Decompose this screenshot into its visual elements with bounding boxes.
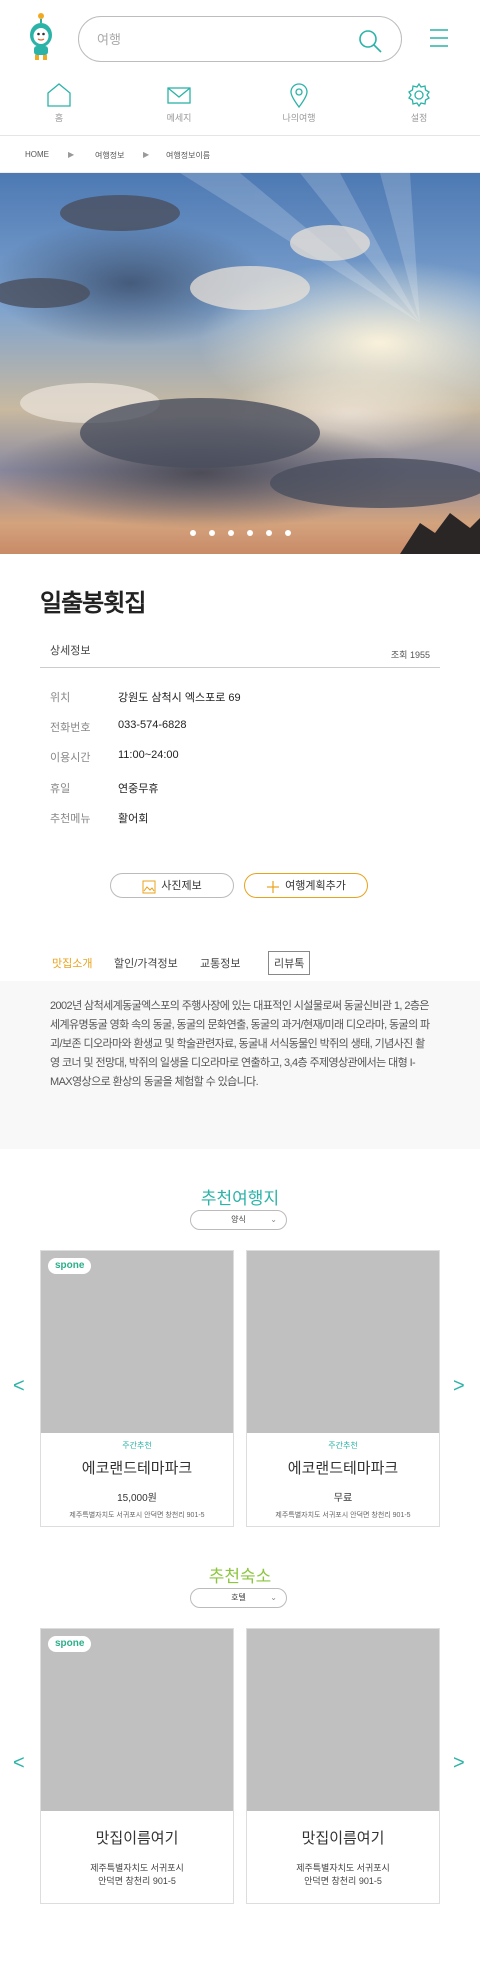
info-value: 11:00~24:00 (118, 749, 179, 761)
add-travel-plan-button[interactable]: 여행계획추가 (244, 873, 368, 898)
description-text: 2002년 삼척세계동굴엑스포의 주행사장에 있는 대표적인 시설물로써 동굴신… (50, 1000, 430, 1088)
stay-filter-select[interactable]: 호텔 ⌄ (190, 1588, 287, 1608)
card-price: 무료 (333, 1493, 353, 1504)
card-tag: 주간추천 (122, 1441, 152, 1450)
spone-badge: spone (48, 1636, 92, 1652)
nav-message[interactable]: 메세지 (139, 82, 219, 124)
photo-report-button[interactable]: 사진제보 (110, 873, 234, 898)
info-value[interactable]: 033-574-6828 (118, 719, 378, 731)
card-image[interactable] (41, 1629, 233, 1811)
slider-dot[interactable] (228, 530, 234, 536)
add-travel-plan-label: 여행계획추가 (285, 880, 346, 892)
slider-dot[interactable] (285, 530, 291, 536)
view-count: 조회 1955 (390, 650, 430, 660)
card-name[interactable]: 맛집이름여기 (247, 1827, 439, 1848)
info-value: 활어회 (118, 813, 149, 825)
nav-settings-label: 설정 (410, 113, 428, 123)
nav-my-travel[interactable]: 나의여행 (259, 82, 339, 124)
photo-icon (142, 880, 156, 893)
card-address-line1: 제주특별자치도 서귀포시 (296, 1863, 390, 1873)
travel-next-arrow-icon[interactable]: > (453, 1375, 465, 1398)
card-address-line1: 제주특별자치도 서귀포시 (90, 1863, 184, 1873)
card-name[interactable]: 맛집이름여기 (41, 1827, 233, 1848)
travel-filter-select[interactable]: 양식 ⌄ (190, 1210, 287, 1230)
travel-filter-value: 양식 (231, 1215, 246, 1224)
info-value: 강원도 삼척시 엑스포로 69 (118, 692, 241, 704)
card-tag: 주간추천 (328, 1441, 358, 1450)
tab-review-talk[interactable]: 리뷰톡 (268, 951, 311, 975)
recommend-travel-title: 추천여행지 (200, 1189, 280, 1208)
slider-dot[interactable] (247, 530, 253, 536)
hamburger-menu-icon[interactable] (424, 26, 454, 50)
tab-transport[interactable]: 교통정보 (200, 955, 240, 971)
search-input[interactable] (97, 28, 337, 50)
recommend-stay-title: 추천숙소 (208, 1567, 272, 1586)
card-image[interactable] (247, 1629, 439, 1811)
search-bar[interactable] (78, 16, 402, 62)
breadcrumb-travel-info[interactable]: 여행정보 (95, 150, 124, 161)
detail-header: 상세정보 조회 1955 (40, 640, 440, 668)
travel-card[interactable]: 주간추천 에코랜드테마파크 무료 제주특별자치도 서귀포시 안덕면 창천리 90… (246, 1250, 440, 1527)
nav-home[interactable]: 홈 (19, 82, 99, 124)
card-image[interactable] (247, 1251, 439, 1433)
travel-prev-arrow-icon[interactable]: < (13, 1375, 25, 1398)
search-icon[interactable] (357, 28, 383, 54)
breadcrumb-separator-icon: ▶ (143, 150, 150, 159)
card-address-line2: 안덕면 창천리 901-5 (304, 1876, 382, 1886)
card-price: 15,000원 (117, 1493, 157, 1504)
slider-dots (190, 530, 300, 542)
spone-badge: spone (48, 1258, 92, 1274)
nav-home-label: 홈 (54, 113, 64, 123)
gear-icon (408, 82, 430, 108)
chevron-down-icon: ⌄ (270, 1593, 277, 1602)
tab-discount-price[interactable]: 할인/가격정보 (114, 955, 178, 971)
slider-dot[interactable] (190, 530, 196, 536)
nav-message-label: 메세지 (166, 113, 192, 123)
mascot-logo[interactable] (22, 12, 60, 62)
slider-dot[interactable] (209, 530, 215, 536)
card-name[interactable]: 에코랜드테마파크 (247, 1457, 439, 1478)
hero-sky-photo[interactable] (0, 173, 480, 554)
stay-filter-value: 호텔 (231, 1593, 246, 1602)
card-address: 제주특별자치도 서귀포시 안덕면 창천리 901-5 (69, 1512, 205, 1519)
breadcrumb-separator-icon: ▶ (68, 150, 75, 159)
travel-card[interactable]: spone 주간추천 에코랜드테마파크 15,000원 제주특별자치도 서귀포시… (40, 1250, 234, 1527)
tab-restaurant-intro[interactable]: 맛집소개 (52, 955, 92, 971)
description-panel: 2002년 삼척세계동굴엑스포의 주행사장에 있는 대표적인 시설물로써 동굴신… (0, 981, 480, 1149)
stay-card[interactable]: spone 맛집이름여기 제주특별자치도 서귀포시 안덕면 창천리 901-5 (40, 1628, 234, 1904)
home-icon (47, 83, 71, 107)
slider-dot[interactable] (266, 530, 272, 536)
location-pin-icon (290, 83, 308, 108)
plus-icon (267, 880, 280, 893)
mail-icon (167, 87, 191, 104)
breadcrumb: HOME ▶ 여행정보 ▶ 여행정보이름 (0, 137, 480, 173)
breadcrumb-current[interactable]: 여행정보이름 (166, 150, 210, 161)
stay-card[interactable]: 맛집이름여기 제주특별자치도 서귀포시 안덕면 창천리 901-5 (246, 1628, 440, 1904)
breadcrumb-home[interactable]: HOME (25, 150, 49, 159)
card-address: 제주특별자치도 서귀포시 안덕면 창천리 901-5 (275, 1512, 411, 1519)
nav-my-travel-label: 나의여행 (282, 113, 316, 123)
card-address-line2: 안덕면 창천리 901-5 (98, 1876, 176, 1886)
stay-next-arrow-icon[interactable]: > (453, 1752, 465, 1775)
main-nav: 홈 메세지 나의여행 설정 (0, 78, 480, 136)
card-name[interactable]: 에코랜드테마파크 (41, 1457, 233, 1478)
nav-settings[interactable]: 설정 (379, 82, 459, 124)
info-value: 연중무휴 (118, 783, 159, 795)
chevron-down-icon: ⌄ (270, 1215, 277, 1224)
photo-report-label: 사진제보 (161, 880, 202, 892)
card-image[interactable] (41, 1251, 233, 1433)
place-title: 일출봉횟집 (40, 590, 146, 617)
stay-prev-arrow-icon[interactable]: < (13, 1752, 25, 1775)
detail-section-label: 상세정보 (50, 645, 91, 657)
